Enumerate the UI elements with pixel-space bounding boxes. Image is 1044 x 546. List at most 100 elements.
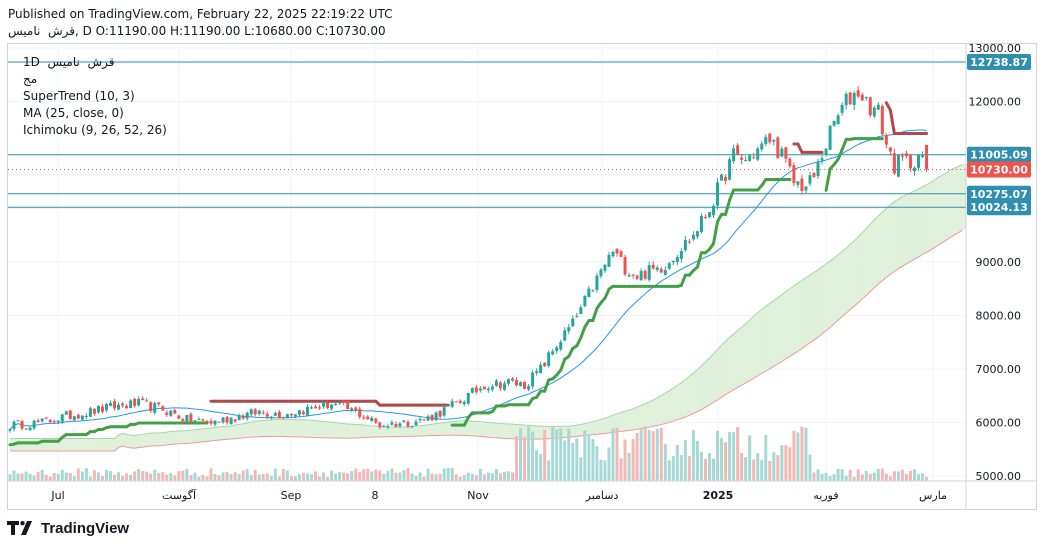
legend-ichimoku[interactable]: Ichimoku (9, 26, 52, 26) bbox=[23, 123, 167, 137]
cloud-segment bbox=[866, 223, 871, 296]
candle-body bbox=[145, 400, 149, 402]
cloud-segment bbox=[850, 240, 855, 310]
cloud-segment bbox=[926, 182, 931, 253]
volume-bar bbox=[707, 453, 711, 481]
volume-bar bbox=[310, 474, 313, 481]
candle-body bbox=[273, 413, 277, 416]
cloud-segment bbox=[910, 190, 915, 262]
cloud-segment bbox=[150, 433, 155, 446]
time-tick-label: 2025 bbox=[703, 489, 734, 502]
volume-bar bbox=[32, 475, 36, 481]
candle-body bbox=[32, 420, 36, 429]
cloud-segment bbox=[424, 424, 429, 436]
volume-bar bbox=[812, 472, 816, 481]
candle-body bbox=[48, 420, 52, 422]
cloud-segment bbox=[126, 434, 131, 448]
cloud-segment bbox=[391, 427, 396, 437]
time-tick-label: Jul bbox=[50, 489, 64, 502]
candle-body bbox=[804, 186, 808, 191]
candle-body bbox=[261, 412, 265, 414]
candle-body bbox=[438, 410, 442, 417]
candle-body bbox=[900, 155, 904, 157]
cloud-segment bbox=[263, 420, 268, 437]
cloud-segment bbox=[138, 434, 143, 448]
volume-bar bbox=[438, 473, 442, 481]
volume-bar bbox=[44, 474, 48, 481]
candle-body bbox=[281, 417, 285, 419]
cloud-segment bbox=[890, 201, 895, 275]
cloud-segment bbox=[227, 425, 232, 440]
legend-supertrend[interactable]: SuperTrend (10, 3) bbox=[23, 89, 135, 103]
volume-bar bbox=[213, 473, 217, 481]
tradingview-logo[interactable]: TradingView bbox=[7, 518, 129, 538]
volume-bar bbox=[913, 469, 916, 481]
cloud-segment bbox=[946, 169, 951, 240]
candle-body bbox=[800, 178, 804, 192]
legend-ma[interactable]: MA (25, close, 0) bbox=[23, 106, 124, 120]
candle-body bbox=[764, 137, 768, 145]
volume-bar bbox=[289, 475, 293, 481]
cloud-segment bbox=[202, 428, 207, 442]
volume-bar bbox=[820, 473, 824, 481]
volume-bar bbox=[748, 435, 752, 481]
volume-bar bbox=[330, 470, 334, 481]
candle-body bbox=[117, 404, 121, 410]
volume-bar bbox=[551, 427, 555, 481]
candle-body bbox=[643, 270, 647, 279]
volume-bar bbox=[293, 476, 297, 481]
volume-bar bbox=[792, 430, 796, 481]
volume-bar bbox=[607, 447, 611, 481]
candle-body bbox=[836, 115, 840, 125]
candle-body bbox=[410, 426, 414, 428]
candle-body bbox=[418, 419, 422, 421]
price-chart[interactable]: 13000.0012000.0011000.0010000.009000.008… bbox=[8, 44, 1036, 509]
supertrend-segment bbox=[712, 220, 720, 246]
candle-body bbox=[60, 414, 64, 422]
candle-body bbox=[913, 167, 916, 172]
cloud-segment bbox=[685, 376, 690, 417]
cloud-segment bbox=[182, 430, 187, 444]
candle-body bbox=[193, 420, 197, 423]
candle-body bbox=[531, 372, 535, 387]
price-label-text: 12738.87 bbox=[970, 56, 1028, 69]
time-axis[interactable]: Jul آگوست Sep 8 Nov دسامبر 2025 فوریه مارس bbox=[8, 480, 1036, 502]
candle-body bbox=[177, 415, 181, 419]
volume-bar bbox=[478, 468, 482, 481]
cloud-segment bbox=[287, 419, 292, 437]
cloud-segment bbox=[387, 427, 392, 437]
tradingview-logo-icon bbox=[7, 521, 32, 535]
cloud-segment bbox=[653, 397, 658, 427]
price-label-text: 10730.00 bbox=[970, 163, 1028, 176]
cloud-segment bbox=[906, 192, 911, 264]
price-axis[interactable]: 13000.0012000.0011000.0010000.009000.008… bbox=[965, 44, 1031, 509]
cloud-segment bbox=[918, 186, 923, 258]
volume-bar bbox=[406, 468, 410, 481]
cloud-segment bbox=[154, 432, 159, 446]
volume-bar bbox=[305, 473, 309, 481]
candle-body bbox=[707, 212, 711, 218]
cloud-segment bbox=[166, 431, 171, 445]
price-tick-label: 8000.00 bbox=[976, 310, 1022, 323]
candle-body bbox=[502, 383, 506, 390]
volume-bar bbox=[482, 474, 486, 481]
volume-bar bbox=[579, 457, 583, 481]
candle-body bbox=[486, 388, 490, 391]
cloud-segment bbox=[677, 382, 682, 420]
cloud-segment bbox=[403, 426, 408, 437]
volume-bar bbox=[96, 472, 100, 481]
cloud-segment bbox=[576, 424, 581, 437]
candle-body bbox=[322, 401, 326, 407]
candle-body bbox=[201, 419, 205, 421]
cloud-segment bbox=[721, 340, 726, 398]
legend-symbol[interactable]: 1D قرش ناميس bbox=[23, 55, 115, 69]
candle-body bbox=[257, 410, 261, 414]
candle-body bbox=[125, 405, 129, 409]
candle-body bbox=[494, 380, 498, 386]
chart-frame[interactable]: 13000.0012000.0011000.0010000.009000.008… bbox=[7, 43, 1037, 510]
cloud-segment bbox=[86, 438, 91, 452]
candle-body bbox=[868, 97, 872, 116]
candle-body bbox=[712, 205, 715, 216]
candle-body bbox=[543, 362, 547, 367]
candle-body bbox=[153, 403, 157, 413]
volume-bar bbox=[434, 474, 438, 481]
